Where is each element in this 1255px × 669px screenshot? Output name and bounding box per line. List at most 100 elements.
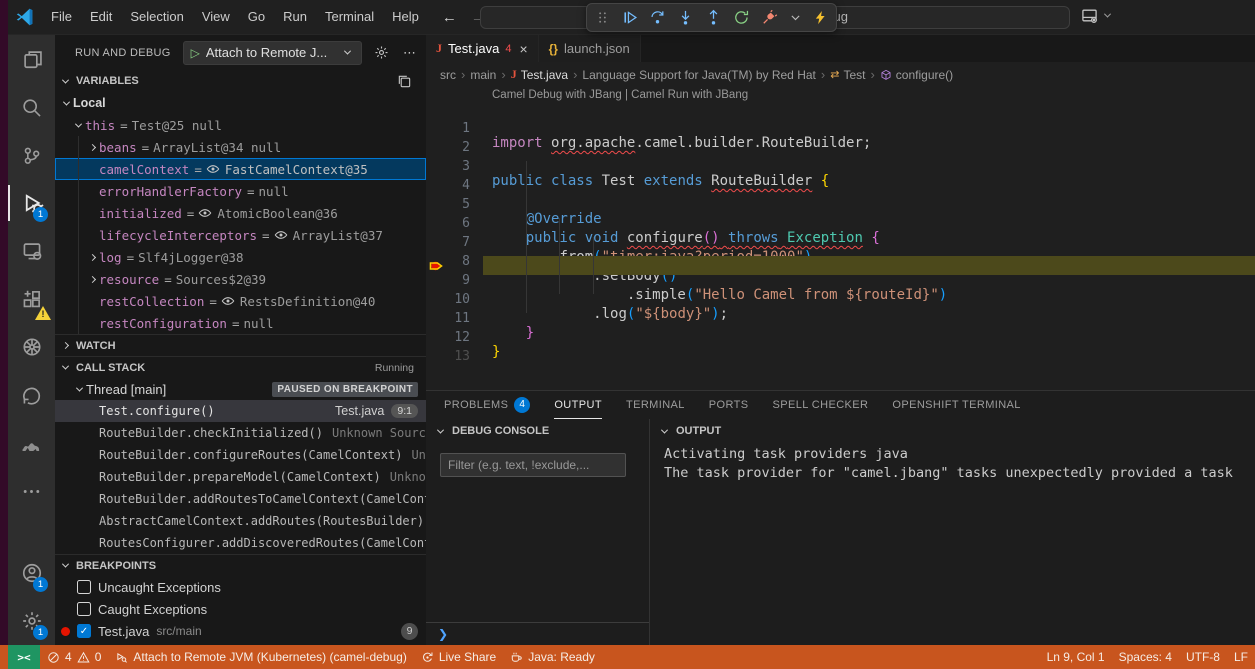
watch-section-header[interactable]: WATCH [55,334,426,356]
launch-config-dropdown[interactable]: ▷ Attach to Remote J... [183,41,362,65]
tab-launch-json[interactable]: {}launch.json [539,35,641,62]
stack-frame[interactable]: RoutesConfigurer.addDiscoveredRoutes(Cam… [55,532,426,554]
menu-selection[interactable]: Selection [121,5,192,29]
breadcrumb-item[interactable]: JTest.java [511,67,568,82]
breadcrumb[interactable]: src› main› JTest.java› Language Support … [426,62,1255,87]
stack-frame[interactable]: RouteBuilder.configureRoutes(CamelContex… [55,444,426,466]
menu-edit[interactable]: Edit [81,5,121,29]
variable-row[interactable]: log=Slf4jLogger@38 [55,246,426,268]
breakpoint-checkbox[interactable] [77,580,91,594]
activity-remote-explorer[interactable] [8,227,55,275]
menu-terminal[interactable]: Terminal [316,5,383,29]
status-ln[interactable]: Ln 9, Col 1 [1040,650,1112,664]
debug-console-filter-input[interactable] [440,453,626,477]
stack-frame[interactable]: Test.configure() Test.java 9:1 [55,400,426,422]
debug-settings-gear-icon[interactable] [374,45,389,60]
variable-row[interactable]: restCollection=RestsDefinition@40 [55,290,426,312]
variables-section-header[interactable]: VARIABLES [55,70,426,92]
panel-tab-problems[interactable]: PROBLEMS4 [444,391,530,419]
panel-tab-openshift-terminal[interactable]: OPENSHIFT TERMINAL [892,391,1020,419]
tab-test-java[interactable]: JTest.java 4 × [426,35,539,62]
more-actions-icon[interactable]: ⋯ [403,45,418,61]
activity-accounts[interactable]: 1 [8,549,55,597]
activity-extensions[interactable]: ! [8,275,55,323]
hot-swap-icon[interactable] [813,10,828,25]
menu-view[interactable]: View [193,5,239,29]
variable-row[interactable]: resource=Sources$2@39 [55,268,426,290]
restart-icon[interactable] [733,9,750,26]
breakpoints-section-header[interactable]: BREAKPOINTS [55,554,426,576]
continue-icon[interactable] [621,9,638,26]
status-lf[interactable]: LF [1227,650,1255,664]
nav-back-icon[interactable]: ← [442,9,457,26]
explorer-icon [21,48,43,70]
breadcrumb-item[interactable]: Language Support for Java(TM) by Red Hat [582,68,815,82]
code-editor[interactable]: 1 import org.apache.camel.builder.RouteB… [426,104,1255,351]
java-status[interactable]: Java: Ready [503,650,602,664]
stack-frame[interactable]: RouteBuilder.checkInitialized() Unknown … [55,422,426,444]
variable-row[interactable]: lifecycleInterceptors=ArrayList@37 [55,224,426,246]
start-debug-icon[interactable]: ▷ [191,46,200,60]
menu-go[interactable]: Go [239,5,274,29]
chevron-down-icon[interactable] [789,11,802,24]
menu-file[interactable]: File [42,5,81,29]
breadcrumb-item[interactable]: src [440,68,456,82]
call-stack-section-header[interactable]: CALL STACK Running [55,356,426,378]
debug-repl-prompt[interactable]: ❯ [426,622,649,645]
remote-indicator[interactable]: >< [8,645,40,669]
variable-row[interactable]: beans=ArrayList@34 null [55,136,426,158]
problems-status[interactable]: 4 0 [40,650,108,664]
thread-row[interactable]: Thread [main] PAUSED ON BREAKPOINT [55,378,426,400]
layout-icon[interactable] [1081,7,1098,24]
close-icon[interactable]: × [519,41,527,57]
output-log[interactable]: Activating task providers javaThe task p… [650,445,1255,645]
badge: 1 [33,577,48,592]
activity-camel[interactable] [8,419,55,467]
activity-settings[interactable]: 1 [8,597,55,645]
live-share-status[interactable]: Live Share [414,650,503,664]
step-over-icon[interactable] [649,9,666,26]
menu-help[interactable]: Help [383,5,428,29]
breadcrumb-item[interactable]: main [470,68,496,82]
stack-frame[interactable]: RouteBuilder.addRoutesToCamelContext(Cam… [55,488,426,510]
debug-session-status[interactable]: Attach to Remote JVM (Kubernetes) (camel… [108,650,413,664]
breadcrumb-item[interactable]: ⇄Test [830,68,865,82]
output-header[interactable]: OUTPUT [650,419,1255,443]
variable-row[interactable]: this=Test@25 null [55,114,426,136]
menu-run[interactable]: Run [274,5,316,29]
panel-tab-spell-checker[interactable]: SPELL CHECKER [773,391,869,419]
panel-tab-output[interactable]: OUTPUT [554,391,602,419]
panel-tab-terminal[interactable]: TERMINAL [626,391,685,419]
layout-control[interactable] [1081,7,1114,24]
variable-row[interactable]: camelContext=FastCamelContext@35 [55,158,426,180]
step-out-icon[interactable] [705,9,722,26]
breakpoint-row[interactable]: Uncaught Exceptions [55,576,426,598]
stack-frame[interactable]: AbstractCamelContext.addRoutes(RoutesBui… [55,510,426,532]
variable-row[interactable]: restConfiguration=null [55,312,426,334]
breadcrumb-item[interactable]: configure() [880,68,953,82]
copy-value-icon[interactable] [397,74,412,89]
breakpoint-row[interactable]: ✓ Test.java src/main 9 [55,620,426,642]
status-utf-8[interactable]: UTF-8 [1179,650,1227,664]
step-into-icon[interactable] [677,9,694,26]
activity-run-and-debug[interactable]: 1 [8,179,55,227]
variable-row[interactable]: initialized=AtomicBoolean@36 [55,202,426,224]
activity-more[interactable] [8,467,55,515]
activity-openshift[interactable] [8,371,55,419]
variable-row[interactable]: errorHandlerFactory=null [55,180,426,202]
variable-row[interactable]: Local [55,92,426,114]
activity-source-control[interactable] [8,131,55,179]
breakpoint-checkbox[interactable]: ✓ [77,624,91,638]
stack-frame[interactable]: RouteBuilder.prepareModel(CamelContext) … [55,466,426,488]
status-spaces[interactable]: Spaces: 4 [1112,650,1179,664]
debug-console-header[interactable]: DEBUG CONSOLE [426,419,649,443]
activity-explorer[interactable] [8,35,55,83]
activity-kubernetes[interactable] [8,323,55,371]
disconnect-icon[interactable] [761,9,778,26]
breakpoint-checkbox[interactable] [77,602,91,616]
panel-tab-ports[interactable]: PORTS [709,391,749,419]
breakpoint-row[interactable]: Caught Exceptions [55,598,426,620]
activity-search[interactable] [8,83,55,131]
drag-handle-icon[interactable] [595,10,610,25]
codelens-links[interactable]: Camel Debug with JBang | Camel Run with … [492,89,748,101]
